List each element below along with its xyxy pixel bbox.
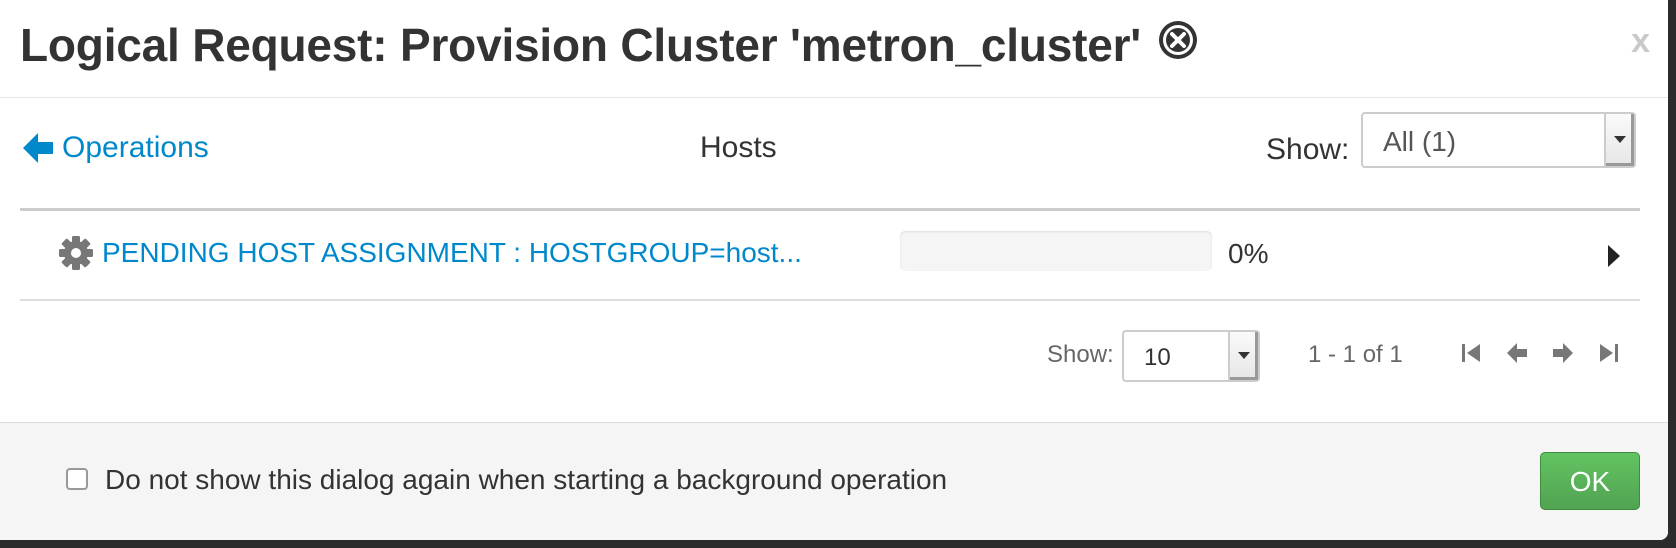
operation-dialog: Logical Request: Provision Cluster 'metr…: [0, 0, 1668, 540]
do-not-show-checkbox[interactable]: [66, 468, 88, 490]
last-page-icon[interactable]: [1596, 340, 1622, 366]
next-page-icon[interactable]: [1550, 340, 1576, 366]
host-filter-value: All (1): [1383, 126, 1457, 157]
first-page-icon[interactable]: [1458, 340, 1484, 366]
pager-controls: [1458, 340, 1622, 366]
arrow-left-icon: [23, 133, 53, 163]
page-range: 1 - 1 of 1: [1308, 341, 1403, 368]
back-link-label: Operations: [62, 131, 209, 164]
ok-button[interactable]: OK: [1540, 452, 1640, 510]
chevron-down-icon[interactable]: [1604, 114, 1634, 166]
do-not-show-label: Do not show this dialog again when start…: [105, 464, 948, 495]
host-name-link[interactable]: PENDING HOST ASSIGNMENT : HOSTGROUP=host…: [102, 237, 802, 269]
caret-right-icon[interactable]: [1608, 245, 1620, 267]
dialog-title-wrap: Logical Request: Provision Cluster 'metr…: [20, 18, 1199, 72]
host-filter-select[interactable]: All (1): [1361, 112, 1636, 168]
dialog-header: Logical Request: Provision Cluster 'metr…: [0, 0, 1668, 98]
dialog-footer: Do not show this dialog again when start…: [0, 422, 1668, 540]
progress-percent: 0%: [1228, 238, 1269, 269]
gear-icon: [58, 235, 94, 276]
host-progress-bar: [900, 231, 1212, 271]
page-size-select[interactable]: 10: [1122, 330, 1260, 382]
remove-circle-icon[interactable]: [1157, 18, 1199, 72]
back-to-operations-link[interactable]: Operations: [20, 130, 209, 166]
page-size-label: Show:: [1047, 341, 1114, 368]
dialog-title: Logical Request: Provision Cluster 'metr…: [20, 19, 1142, 71]
page-size-value: 10: [1144, 344, 1171, 371]
chevron-down-icon[interactable]: [1228, 332, 1258, 380]
section-title: Hosts: [700, 131, 777, 164]
filter-label: Show:: [1266, 133, 1350, 166]
close-button[interactable]: x: [1631, 22, 1650, 61]
host-row: PENDING HOST ASSIGNMENT : HOSTGROUP=host…: [20, 211, 1640, 301]
previous-page-icon[interactable]: [1504, 340, 1530, 366]
